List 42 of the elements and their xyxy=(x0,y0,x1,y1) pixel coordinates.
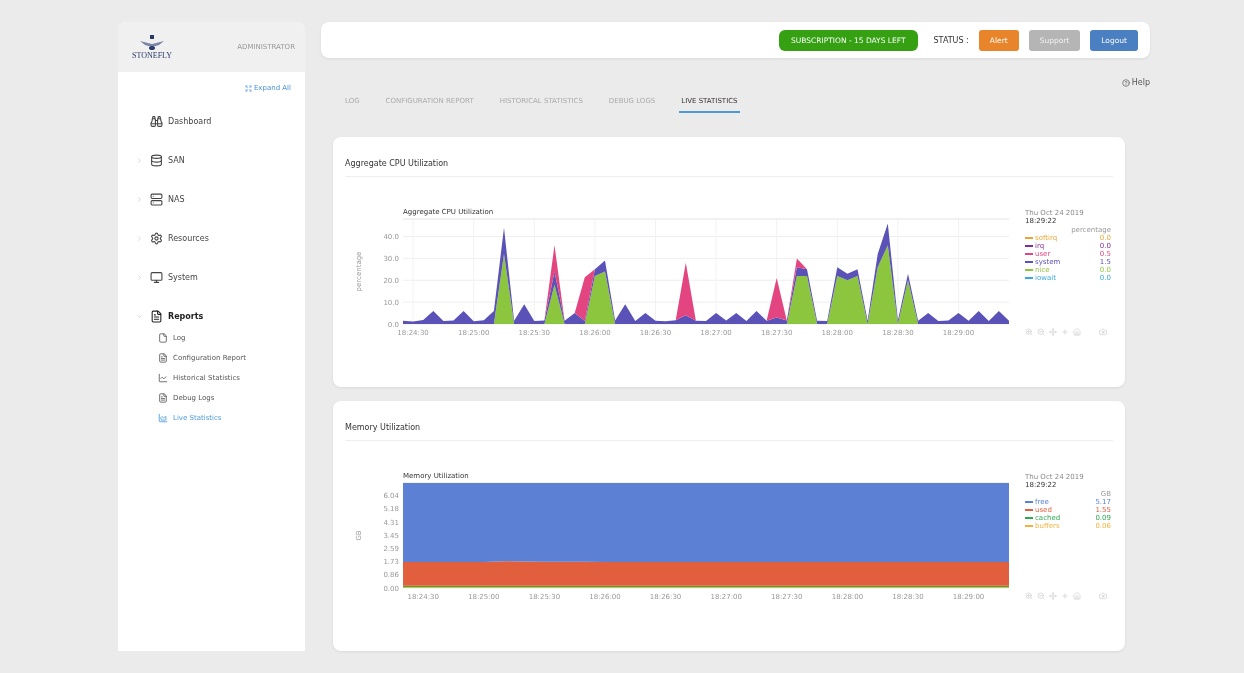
nav-item[interactable]: Reports xyxy=(150,310,204,323)
plus-icon[interactable] xyxy=(1061,328,1069,336)
nav-item[interactable]: NAS xyxy=(150,193,185,206)
zoom-in-icon[interactable] xyxy=(1025,328,1033,336)
plus-icon[interactable] xyxy=(1061,592,1069,600)
line-chart-icon xyxy=(158,373,168,383)
chevron-right-icon[interactable] xyxy=(136,274,143,281)
document-icon xyxy=(158,393,168,403)
zoom-out-icon[interactable] xyxy=(1037,592,1045,600)
document-icon xyxy=(158,353,168,363)
help-icon xyxy=(1121,78,1130,87)
nav-item[interactable]: SAN xyxy=(150,154,185,167)
card-title: Memory Utilization xyxy=(345,401,1113,441)
area-chart-icon xyxy=(158,413,168,423)
file-icon xyxy=(158,333,168,343)
camera-icon[interactable] xyxy=(1099,328,1107,336)
nav-item[interactable]: Dashboard xyxy=(150,115,212,128)
home-icon[interactable] xyxy=(1073,592,1081,600)
move-icon[interactable] xyxy=(1049,592,1057,600)
chevron-right-icon[interactable] xyxy=(136,157,143,164)
help-link[interactable]: Help xyxy=(1121,78,1150,87)
chevron-right-icon[interactable] xyxy=(136,196,143,203)
status-label: STATUS : xyxy=(933,35,969,45)
zoom-in-icon[interactable] xyxy=(1025,592,1033,600)
document-icon xyxy=(150,310,163,323)
monitor-icon xyxy=(150,271,163,284)
camera-icon[interactable] xyxy=(1099,592,1107,600)
home-icon[interactable] xyxy=(1073,328,1081,336)
logo-icon xyxy=(138,34,165,51)
card-title: Aggregate CPU Utilization xyxy=(345,137,1113,177)
chevron-right-icon[interactable] xyxy=(136,235,143,242)
binoculars-icon xyxy=(150,115,163,128)
server-icon xyxy=(150,193,163,206)
chevron-down-icon[interactable] xyxy=(136,313,143,320)
database-icon xyxy=(150,154,163,167)
nav-item[interactable]: Resources xyxy=(150,232,209,245)
nav-item[interactable]: System xyxy=(150,271,198,284)
logo-text: STONEFLY xyxy=(132,50,172,60)
gear-icon xyxy=(150,232,163,245)
expand-icon xyxy=(244,84,252,92)
zoom-out-icon[interactable] xyxy=(1037,328,1045,336)
move-icon[interactable] xyxy=(1049,328,1057,336)
